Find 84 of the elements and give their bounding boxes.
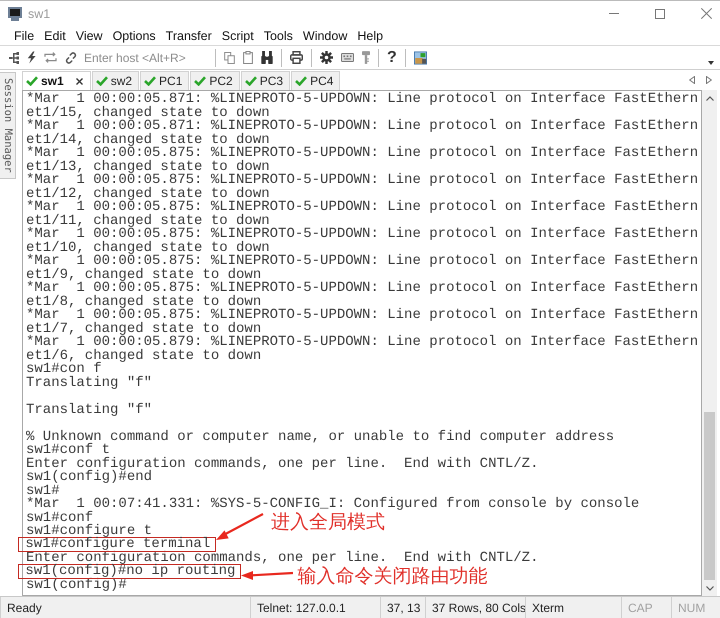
host-field[interactable]: Enter host <Alt+R> <box>83 50 207 66</box>
gear-icon[interactable] <box>320 51 333 64</box>
session-manager-tab[interactable]: Session Manager <box>0 72 16 179</box>
menu-item[interactable]: Transfer <box>160 28 217 44</box>
tab[interactable]: sw1 <box>22 71 91 90</box>
terminal-line: et1/8, changed state to down <box>26 296 262 309</box>
terminal-line: sw1(config)#end <box>26 471 152 484</box>
terminal-line: et1/13, changed state to down <box>26 160 270 174</box>
terminal-line: Translating "f" <box>26 404 152 417</box>
cursor-position: 37, 13 <box>387 600 420 614</box>
menu-item[interactable]: File <box>9 28 40 44</box>
scroll-right-icon[interactable] <box>706 76 712 84</box>
terminal-line: *Mar 1 00:00:05.871: %LINEPROTO-5-UPDOWN: Line protocol on Interface FastEthern <box>26 120 698 134</box>
terminal-line: *Mar 1 00:00:05.875: %LINEPROTO-5-UPDOWN: Line protocol on Interface FastEthern <box>26 201 698 214</box>
terminal-line: sw1(config)#no ip routing <box>25 564 236 578</box>
terminal-line: et1/10, changed state to down <box>26 242 270 255</box>
terminal-line: *Mar 1 00:00:05.875: %LINEPROTO-5-UPDOWN: Line protocol on Interface FastEthern <box>26 309 698 322</box>
menu-item[interactable]: Help <box>352 28 388 44</box>
terminal-line: et1/6, changed state to down <box>26 350 262 363</box>
menu-item[interactable]: Tools <box>258 28 298 44</box>
connection-status: Telnet: 127.0.0.1 <box>257 600 346 614</box>
menu-item[interactable]: Window <box>298 28 352 44</box>
copy-icon[interactable] <box>224 52 235 64</box>
scrollbar-thumb[interactable] <box>704 412 715 580</box>
help-button[interactable]: ? <box>387 49 397 66</box>
lightning-icon[interactable] <box>27 51 36 64</box>
terminal-line: sw1(config)# <box>26 579 127 592</box>
tab[interactable]: PC1 <box>140 71 190 90</box>
branch-icon[interactable] <box>9 52 19 64</box>
callout-arrow <box>216 512 264 541</box>
key-indicator: CAP <box>628 600 653 614</box>
annotation-text: 进入全局模式 <box>271 512 386 532</box>
link-icon[interactable] <box>65 52 77 64</box>
terminal-line: sw1#configure t <box>26 525 152 538</box>
tab[interactable]: PC3 <box>240 71 290 90</box>
terminal-line: sw1#conf <box>26 512 94 525</box>
terminal-line: % Unknown command or computer name, or unable to find computer address <box>26 430 614 444</box>
scroll-left-icon[interactable] <box>689 76 695 84</box>
terminal-line: *Mar 1 00:00:05.875: %LINEPROTO-5-UPDOWN: Line protocol on Interface FastEthern <box>26 282 698 296</box>
terminal-line: *Mar 1 00:00:05.871: %LINEPROTO-5-UPDOWN: Line protocol on Interface FastEthern <box>26 93 698 106</box>
key-indicator: NUM <box>678 600 706 614</box>
annotation-text: 输入命令关闭路由功能 <box>297 566 488 584</box>
status-message: Ready <box>7 600 42 614</box>
terminal-icon <box>8 6 22 20</box>
terminal-line: *Mar 1 00:00:05.875: %LINEPROTO-5-UPDOWN: Line protocol on Interface FastEthern <box>26 174 698 188</box>
callout-arrow <box>241 570 294 581</box>
terminal-line: et1/12, changed state to down <box>26 188 270 201</box>
scroll-down-icon[interactable] <box>706 586 714 590</box>
terminal-line: et1/9, changed state to down <box>26 268 262 282</box>
window-title: sw1 <box>28 6 52 20</box>
emulation-mode: Xterm <box>532 600 564 614</box>
terminal-line: sw1#conf t <box>26 444 110 458</box>
printer-icon[interactable] <box>290 51 303 64</box>
terminal-line: *Mar 1 00:00:05.879: %LINEPROTO-5-UPDOWN: Line protocol on Interface FastEthern <box>26 336 698 350</box>
terminal-line: sw1#con f <box>26 363 102 376</box>
caret-icon[interactable] <box>708 60 714 64</box>
terminal-line: Enter configuration commands, one per line. End with CNTL/Z. <box>26 458 538 471</box>
picture-icon[interactable] <box>414 50 427 64</box>
clipboard-icon[interactable] <box>243 51 253 64</box>
scroll-up-icon[interactable] <box>706 96 714 100</box>
close-icon[interactable] <box>76 78 83 84</box>
menu-item[interactable]: Script <box>216 28 259 44</box>
keyboard-icon[interactable] <box>341 53 354 62</box>
binoculars-icon[interactable] <box>261 51 273 64</box>
terminal-line: et1/11, changed state to down <box>26 214 270 228</box>
menu-item[interactable]: View <box>70 28 108 44</box>
key-icon[interactable] <box>362 51 370 64</box>
terminal-line: *Mar 1 00:00:05.875: %LINEPROTO-5-UPDOWN: Line protocol on Interface FastEthern <box>26 147 698 160</box>
terminal-line: et1/14, changed state to down <box>26 134 270 147</box>
tab[interactable]: sw2 <box>92 71 140 90</box>
menu-item[interactable]: Options <box>108 28 161 44</box>
terminal-line: et1/7, changed state to down <box>26 322 262 336</box>
terminal-size: 37 Rows, 80 Cols <box>432 600 526 614</box>
tab[interactable]: PC2 <box>190 71 240 90</box>
terminal-line: sw1#configure terminal <box>25 538 210 552</box>
terminal-line: sw1# <box>26 484 60 498</box>
menu-item[interactable]: Edit <box>39 28 71 44</box>
terminal-line: *Mar 1 00:00:05.875: %LINEPROTO-5-UPDOWN: Line protocol on Interface FastEthern <box>26 228 698 242</box>
loop-arrows-icon[interactable] <box>44 52 57 63</box>
terminal-line: et1/15, changed state to down <box>26 106 270 120</box>
terminal-line: *Mar 1 00:00:05.875: %LINEPROTO-5-UPDOWN: Line protocol on Interface FastEthern <box>26 255 698 268</box>
terminal-line: Translating "f" <box>26 376 152 390</box>
terminal-line: *Mar 1 00:07:41.331: %SYS-5-CONFIG_I: Configured from console by console <box>26 498 640 512</box>
tab[interactable]: PC4 <box>291 71 340 90</box>
